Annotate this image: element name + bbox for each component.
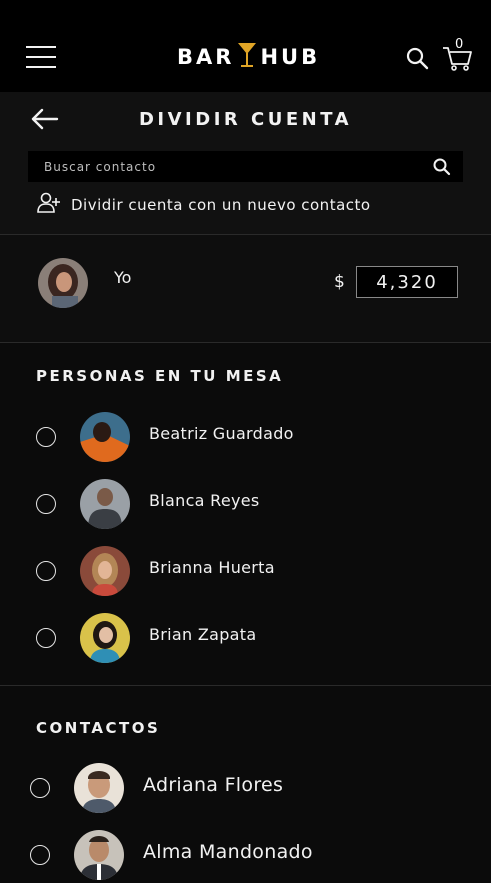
select-radio[interactable] bbox=[36, 427, 56, 447]
page-title: DIVIDIR CUENTA bbox=[138, 109, 353, 130]
avatar bbox=[80, 412, 130, 462]
contact-name: Adriana Flores bbox=[143, 774, 284, 796]
select-radio[interactable] bbox=[36, 561, 56, 581]
person-name: Brianna Huerta bbox=[149, 558, 275, 577]
logo-text-left: BAR bbox=[177, 45, 235, 69]
logo-text-right: HUB bbox=[260, 45, 321, 69]
divider bbox=[0, 342, 491, 343]
divider bbox=[0, 685, 491, 686]
add-user-icon bbox=[37, 192, 61, 218]
list-item[interactable]: Brian Zapata bbox=[0, 607, 491, 667]
search-icon[interactable] bbox=[405, 46, 429, 70]
list-item[interactable]: Blanca Reyes bbox=[0, 473, 491, 533]
list-item[interactable]: Alma Mandonado bbox=[0, 825, 491, 883]
contact-name: Alma Mandonado bbox=[143, 841, 313, 863]
avatar bbox=[80, 546, 130, 596]
currency-symbol: $ bbox=[334, 272, 345, 292]
table-people-section-title: PERSONAS EN TU MESA bbox=[36, 367, 284, 385]
select-radio[interactable] bbox=[36, 628, 56, 648]
avatar bbox=[74, 830, 124, 880]
person-name: Beatriz Guardado bbox=[149, 424, 294, 443]
list-item[interactable]: Brianna Huerta bbox=[0, 540, 491, 600]
select-radio[interactable] bbox=[30, 845, 50, 865]
my-name: Yo bbox=[114, 268, 132, 287]
contact-search-input[interactable] bbox=[28, 151, 428, 182]
app-logo[interactable]: BAR HUB bbox=[177, 40, 320, 74]
split-with-new-contact-link[interactable]: Dividir cuenta con un nuevo contacto bbox=[37, 192, 371, 218]
avatar bbox=[80, 613, 130, 663]
my-amount-input[interactable] bbox=[356, 266, 458, 298]
contact-search-bar bbox=[28, 151, 463, 182]
list-item[interactable]: Adriana Flores bbox=[0, 758, 491, 818]
avatar bbox=[74, 763, 124, 813]
avatar bbox=[38, 258, 88, 308]
cart-count-badge: 0 bbox=[455, 37, 464, 52]
person-name: Blanca Reyes bbox=[149, 491, 260, 510]
select-radio[interactable] bbox=[30, 778, 50, 798]
new-contact-label: Dividir cuenta con un nuevo contacto bbox=[71, 196, 371, 214]
avatar bbox=[80, 479, 130, 529]
select-radio[interactable] bbox=[36, 494, 56, 514]
list-item[interactable]: Beatriz Guardado bbox=[0, 406, 491, 466]
menu-icon[interactable] bbox=[26, 46, 56, 68]
person-name: Brian Zapata bbox=[149, 625, 257, 644]
cocktail-glass-icon bbox=[236, 40, 258, 75]
search-icon[interactable] bbox=[432, 157, 452, 177]
contacts-section-title: CONTACTOS bbox=[36, 719, 161, 737]
